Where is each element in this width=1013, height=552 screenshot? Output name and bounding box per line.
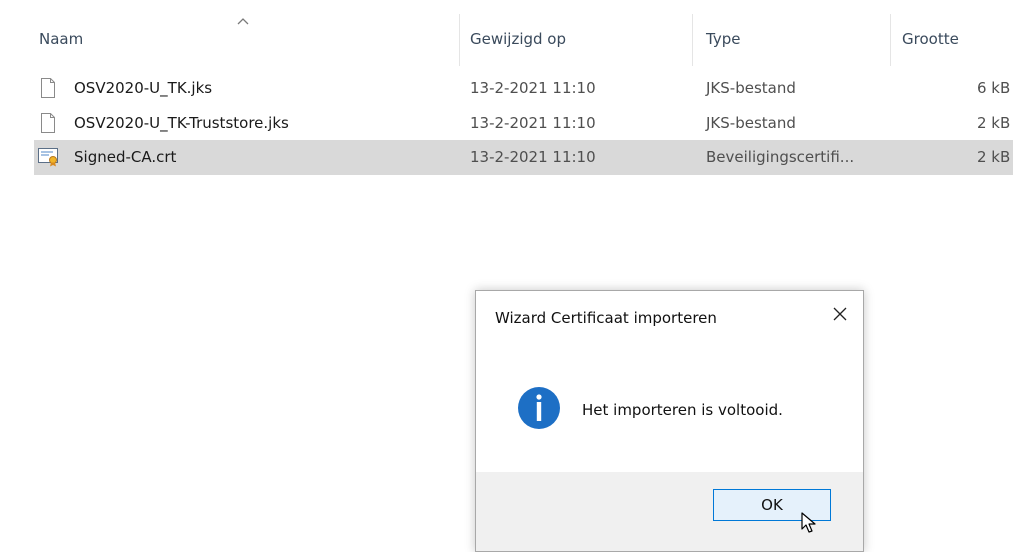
document-icon bbox=[41, 113, 55, 133]
column-divider[interactable] bbox=[459, 14, 460, 66]
column-modified-header[interactable]: Gewijzigd op bbox=[470, 30, 566, 48]
file-modified: 13-2-2021 11:10 bbox=[470, 114, 596, 132]
file-type: JKS-bestand bbox=[706, 79, 796, 97]
file-row-selected[interactable]: Signed-CA.crt 13-2-2021 11:10 Beveiligin… bbox=[34, 140, 1013, 175]
file-row[interactable]: OSV2020-U_TK.jks 13-2-2021 11:10 JKS-bes… bbox=[34, 74, 1013, 102]
dialog-message: Het importeren is voltooid. bbox=[582, 401, 783, 419]
column-type-header[interactable]: Type bbox=[706, 30, 740, 48]
file-name: Signed-CA.crt bbox=[74, 148, 177, 166]
file-name: OSV2020-U_TK-Truststore.jks bbox=[74, 114, 289, 132]
file-name: OSV2020-U_TK.jks bbox=[74, 79, 213, 97]
column-size-header[interactable]: Grootte bbox=[902, 30, 959, 48]
column-divider[interactable] bbox=[692, 14, 693, 66]
column-name-header[interactable]: Naam bbox=[39, 30, 83, 48]
document-icon bbox=[41, 78, 55, 98]
column-header-row: Naam Gewijzigd op Type Grootte bbox=[0, 14, 1013, 66]
file-size: 2 kB bbox=[977, 148, 1011, 166]
mouse-pointer-icon bbox=[801, 512, 816, 533]
file-modified: 13-2-2021 11:10 bbox=[470, 79, 596, 97]
file-size: 6 kB bbox=[977, 79, 1011, 97]
file-row[interactable]: OSV2020-U_TK-Truststore.jks 13-2-2021 11… bbox=[34, 109, 1013, 137]
file-modified: 13-2-2021 11:10 bbox=[470, 148, 596, 166]
dialog-title: Wizard Certificaat importeren bbox=[495, 309, 717, 327]
close-button[interactable] bbox=[819, 297, 863, 331]
certificate-icon bbox=[38, 148, 58, 167]
info-icon bbox=[518, 387, 560, 429]
file-size: 2 kB bbox=[977, 114, 1011, 132]
file-type: JKS-bestand bbox=[706, 114, 796, 132]
column-divider[interactable] bbox=[890, 14, 891, 66]
sort-ascending-icon[interactable] bbox=[236, 16, 250, 26]
close-icon bbox=[833, 307, 847, 321]
file-type: Beveiligingscertifi... bbox=[706, 148, 855, 166]
